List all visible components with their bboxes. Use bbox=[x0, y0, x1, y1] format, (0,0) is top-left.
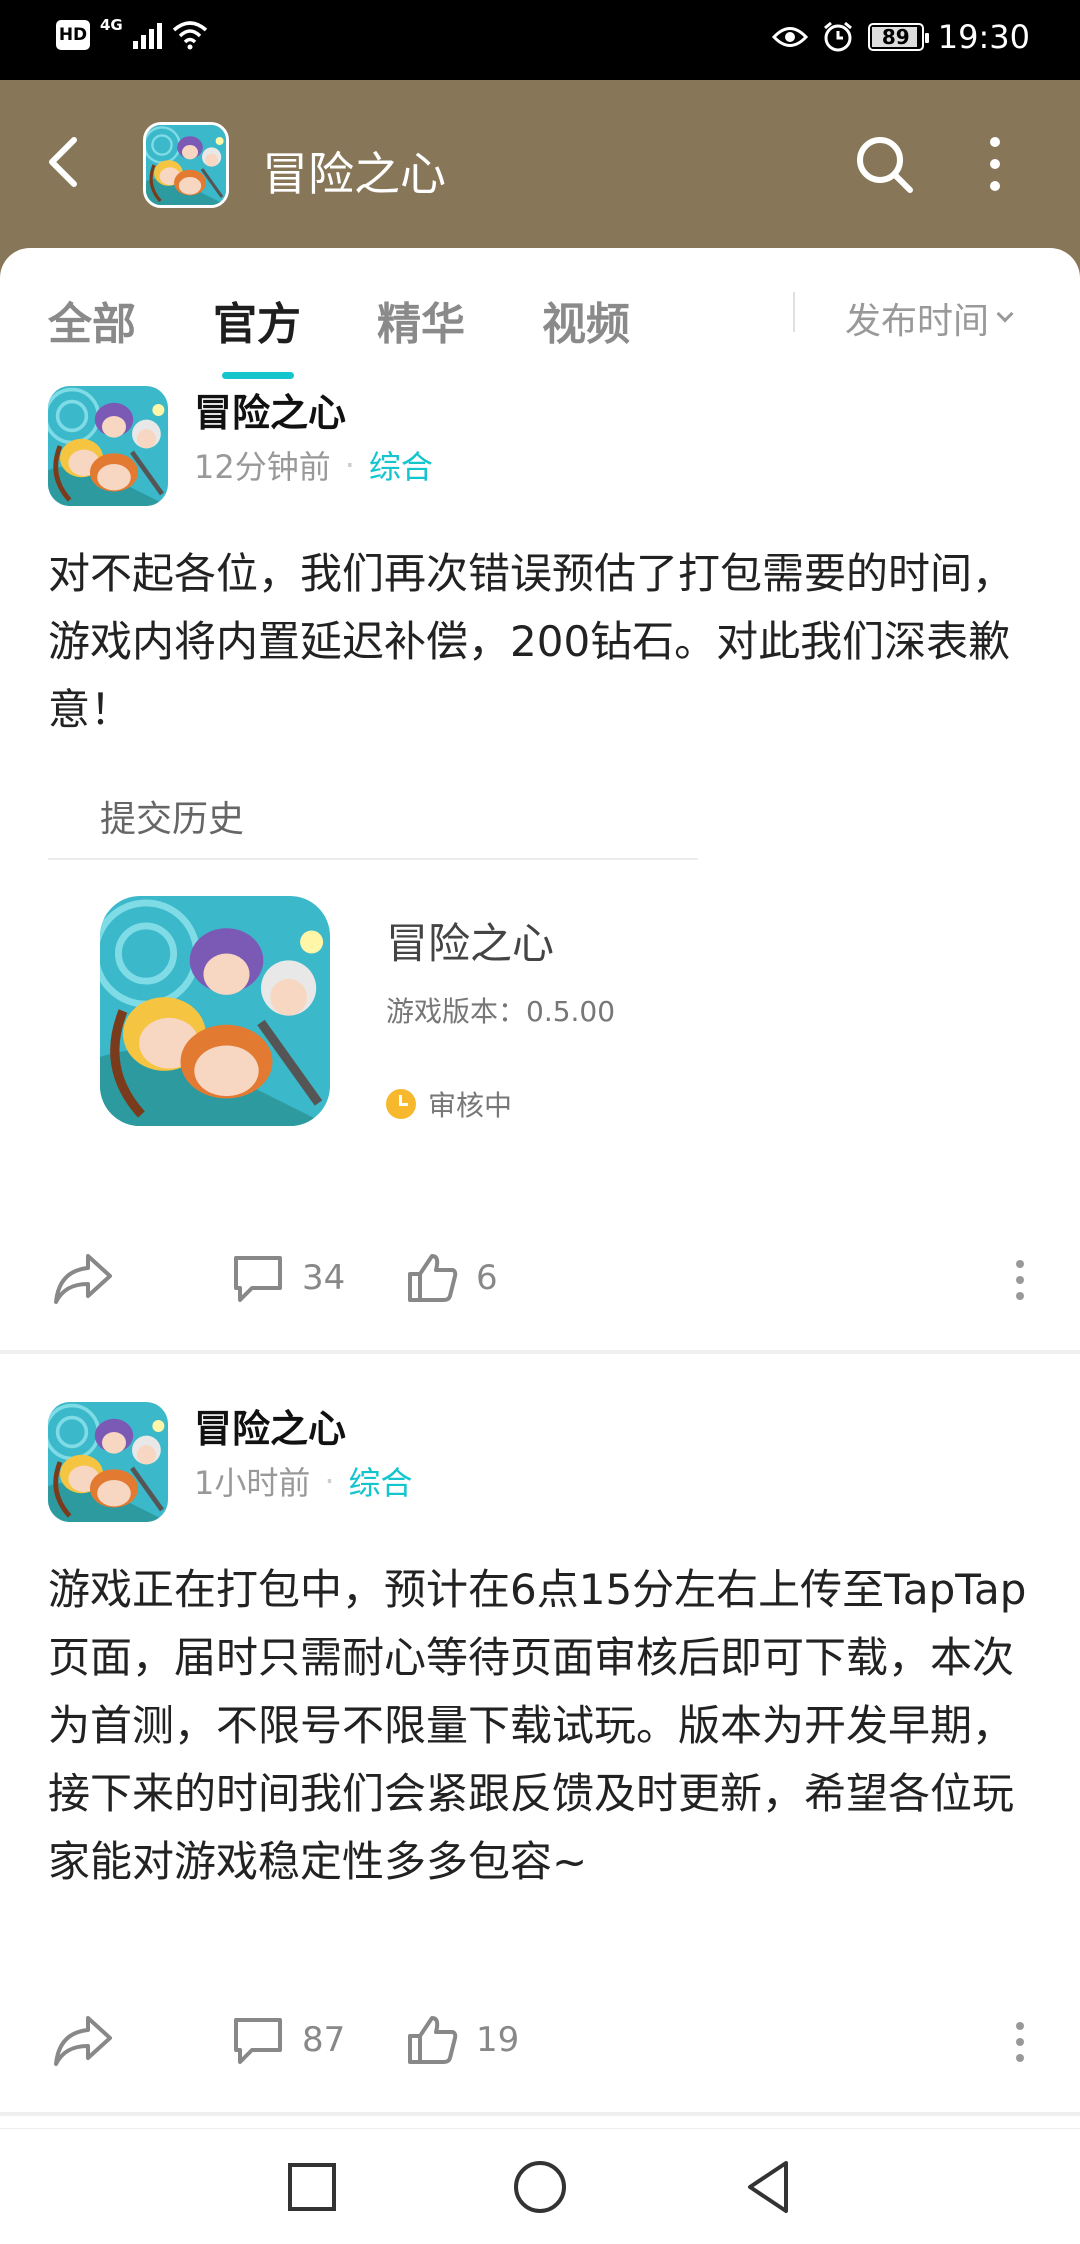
tab-bar: 全部 官方 精华 视频 发布时间 bbox=[0, 248, 1080, 379]
divider bbox=[48, 858, 698, 860]
post-card[interactable]: 冒险之心 12分钟前 · 综合 对不起各位，我们再次错误预估了打包需要的时间，游… bbox=[0, 376, 1080, 1076]
post-meta: 1小时前 · 综合 bbox=[194, 1458, 413, 1504]
network-type: 4G bbox=[100, 16, 123, 34]
meta-separator: · bbox=[324, 1462, 335, 1500]
like-count: 6 bbox=[476, 1258, 498, 1298]
post-actions: 87 19 bbox=[0, 2000, 1080, 2080]
share-icon bbox=[54, 1254, 112, 1304]
nav-square-icon[interactable] bbox=[282, 2157, 342, 2217]
search-icon[interactable] bbox=[850, 130, 920, 200]
comment-count: 87 bbox=[302, 2020, 346, 2060]
share-icon bbox=[54, 2016, 112, 2066]
like-count: 19 bbox=[476, 2020, 520, 2060]
tab-featured[interactable]: 精华 bbox=[377, 288, 465, 352]
game-card[interactable]: 冒险之心 游戏版本：0.5.00 审核中 bbox=[100, 896, 700, 1126]
author-name[interactable]: 冒险之心 bbox=[194, 1398, 346, 1453]
tab-video[interactable]: 视频 bbox=[542, 288, 630, 352]
nav-circle-icon[interactable] bbox=[510, 2157, 570, 2217]
tab-divider bbox=[793, 292, 795, 332]
post-time: 12分钟前 bbox=[194, 448, 331, 486]
post-body[interactable]: 对不起各位，我们再次错误预估了打包需要的时间，游戏内将内置延迟补偿，200钻石。… bbox=[48, 540, 1032, 744]
battery-level: 89 bbox=[881, 25, 910, 49]
nav-triangle-icon[interactable] bbox=[738, 2157, 798, 2217]
game-icon bbox=[100, 896, 330, 1126]
more-vertical-icon[interactable] bbox=[1010, 2020, 1030, 2064]
tab-official[interactable]: 官方 bbox=[213, 288, 301, 352]
game-name: 冒险之心 bbox=[386, 919, 555, 968]
app-icon[interactable] bbox=[143, 122, 229, 208]
clock-time: 19:30 bbox=[937, 18, 1030, 56]
eye-icon bbox=[771, 27, 808, 47]
hd-icon: HD bbox=[56, 20, 90, 50]
comment-icon bbox=[234, 1256, 282, 1302]
post-separator bbox=[0, 1350, 1080, 1354]
post-category[interactable]: 综合 bbox=[369, 442, 433, 488]
share-button[interactable] bbox=[52, 1238, 114, 1318]
sort-dropdown[interactable]: 发布时间 bbox=[845, 292, 1014, 344]
meta-separator: · bbox=[344, 446, 355, 484]
post-time: 1小时前 bbox=[194, 1464, 311, 1502]
status-bar: HD 4G 89 19:30 bbox=[0, 0, 1080, 80]
alarm-icon bbox=[823, 21, 852, 52]
submission-history-link[interactable]: 提交历史 bbox=[100, 790, 244, 842]
wifi-icon bbox=[172, 21, 207, 50]
post-category[interactable]: 综合 bbox=[349, 1458, 413, 1504]
content-panel: 全部 官方 精华 视频 发布时间 冒险之心 12分钟前 · 综合 对不起各位，我… bbox=[0, 248, 1080, 2128]
post-separator bbox=[0, 2112, 1080, 2116]
share-button[interactable] bbox=[52, 2000, 114, 2080]
review-status-label: 审核中 bbox=[428, 1089, 513, 1122]
comment-icon bbox=[234, 2018, 282, 2064]
clock-icon bbox=[386, 1089, 416, 1119]
author-name[interactable]: 冒险之心 bbox=[194, 382, 346, 437]
avatar[interactable] bbox=[48, 386, 168, 506]
comment-button[interactable]: 87 bbox=[232, 2000, 345, 2080]
avatar[interactable] bbox=[48, 1402, 168, 1522]
status-left: HD 4G bbox=[56, 16, 208, 50]
thumbs-up-icon bbox=[408, 2016, 458, 2064]
page-title: 冒险之心 bbox=[262, 147, 446, 201]
more-vertical-icon[interactable] bbox=[1010, 1258, 1030, 1302]
comment-button[interactable]: 34 bbox=[232, 1238, 345, 1318]
sort-label: 发布时间 bbox=[845, 301, 990, 342]
battery-icon: 89 bbox=[867, 23, 929, 51]
back-arrow-icon[interactable] bbox=[36, 132, 96, 192]
post-actions: 34 6 bbox=[0, 1238, 1080, 1318]
review-status: 审核中 bbox=[386, 1084, 512, 1124]
tab-all[interactable]: 全部 bbox=[48, 288, 136, 352]
status-right: 89 19:30 bbox=[771, 18, 1030, 56]
post-card[interactable]: 冒险之心 1小时前 · 综合 游戏正在打包中，预计在6点15分左右上传至TapT… bbox=[0, 1398, 1080, 1918]
comment-count: 34 bbox=[302, 1258, 346, 1298]
post-meta: 12分钟前 · 综合 bbox=[194, 442, 433, 488]
more-vertical-icon[interactable] bbox=[975, 134, 1015, 194]
system-nav-bar bbox=[0, 2128, 1080, 2244]
chevron-down-icon bbox=[996, 305, 1014, 323]
thumbs-up-icon bbox=[408, 1254, 458, 1302]
game-version: 游戏版本：0.5.00 bbox=[386, 995, 616, 1028]
like-button[interactable]: 6 bbox=[406, 1238, 498, 1318]
post-body[interactable]: 游戏正在打包中，预计在6点15分左右上传至TapTap页面，届时只需耐心等待页面… bbox=[48, 1556, 1032, 1896]
like-button[interactable]: 19 bbox=[406, 2000, 519, 2080]
signal-icon bbox=[132, 21, 162, 49]
